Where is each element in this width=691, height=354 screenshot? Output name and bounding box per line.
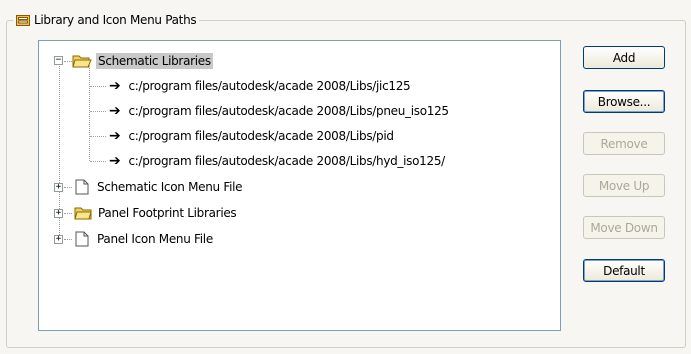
tree-node-path[interactable]: ➔ c:/program files/autodesk/acade 2008/L… <box>109 126 394 146</box>
file-icon <box>75 179 89 195</box>
move-up-button[interactable]: Move Up <box>583 174 665 197</box>
tree-connector <box>90 161 106 162</box>
expand-toggle[interactable]: + <box>54 183 63 192</box>
tree-node-label: c:/program files/autodesk/acade 2008/Lib… <box>128 79 411 93</box>
tree-connector <box>89 68 90 161</box>
tree-connector <box>90 136 106 137</box>
tree-node-label: Schematic Libraries <box>96 53 213 69</box>
tree-node-label: Panel Footprint Libraries <box>98 206 237 220</box>
tree-node-label: c:/program files/autodesk/acade 2008/Lib… <box>128 154 445 168</box>
add-button[interactable]: Add <box>583 46 665 69</box>
remove-button[interactable]: Remove <box>583 132 665 155</box>
tree-node-panel-icon-menu-file[interactable]: Panel Icon Menu File <box>75 229 213 249</box>
tree-node-label: Schematic Icon Menu File <box>97 180 243 194</box>
tree-node-schematic-libraries[interactable]: Schematic Libraries <box>72 51 213 71</box>
tree-node-path[interactable]: ➔ c:/program files/autodesk/acade 2008/L… <box>109 151 445 171</box>
tree-node-path[interactable]: ➔ c:/program files/autodesk/acade 2008/L… <box>109 76 411 96</box>
file-icon <box>75 231 89 247</box>
arrow-icon: ➔ <box>109 78 121 94</box>
arrow-icon: ➔ <box>109 153 121 169</box>
groupbox-title: Library and Icon Menu Paths <box>34 13 197 27</box>
folder-icon <box>74 207 92 220</box>
tree-connector <box>90 86 106 87</box>
tree-node-path[interactable]: ➔ c:/program files/autodesk/acade 2008/L… <box>109 101 449 121</box>
groupbox-legend: Library and Icon Menu Paths <box>13 11 200 29</box>
expand-toggle[interactable]: + <box>54 235 63 244</box>
tree-connector <box>64 239 72 240</box>
tree-connector <box>64 187 72 188</box>
tree-node-label: Panel Icon Menu File <box>97 232 213 246</box>
arrow-icon: ➔ <box>109 128 121 144</box>
tree-connector <box>90 111 106 112</box>
tree-connector <box>64 61 72 62</box>
move-down-button[interactable]: Move Down <box>583 216 665 239</box>
tree-node-label: c:/program files/autodesk/acade 2008/Lib… <box>128 129 394 143</box>
tree-node-schematic-icon-menu-file[interactable]: Schematic Icon Menu File <box>75 177 243 197</box>
default-button[interactable]: Default <box>583 259 665 282</box>
library-tree[interactable]: − Schematic Libraries ➔ c:/program files… <box>38 40 561 331</box>
arrow-icon: ➔ <box>109 103 121 119</box>
collapse-toggle[interactable]: − <box>54 56 63 65</box>
open-folder-icon <box>72 55 92 68</box>
tree-node-panel-footprint-libraries[interactable]: Panel Footprint Libraries <box>74 203 237 223</box>
library-icon <box>16 15 30 26</box>
expand-toggle[interactable]: + <box>54 209 63 218</box>
browse-button[interactable]: Browse... <box>583 90 665 113</box>
tree-node-label: c:/program files/autodesk/acade 2008/Lib… <box>128 104 449 118</box>
tree-connector <box>64 213 72 214</box>
